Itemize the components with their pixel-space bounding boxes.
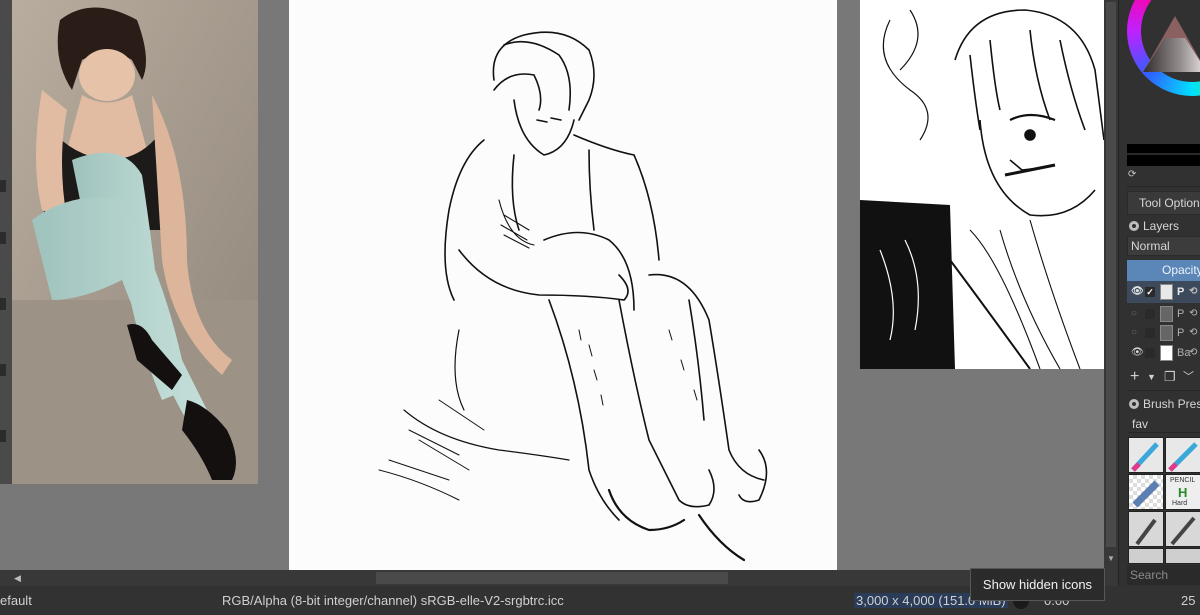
toolbox-tick — [0, 232, 6, 244]
layer-thumbnail — [1160, 325, 1173, 341]
zoom-value[interactable]: 25 — [1181, 593, 1195, 608]
vertical-scrollbar[interactable]: ▼ — [1104, 0, 1118, 570]
right-docker-panel: ⟳ Tool Options Layers Normal Opacity 👁 ✓… — [1118, 0, 1200, 590]
tab-tool-options[interactable]: Tool Options — [1127, 191, 1200, 215]
divider — [1127, 186, 1200, 187]
blend-mode-select[interactable]: Normal — [1127, 236, 1200, 256]
brush-presets-title-text: Brush Prese — [1143, 397, 1200, 411]
toolbox-tick — [0, 298, 6, 310]
opacity-slider[interactable]: Opacity — [1127, 260, 1200, 281]
layer-thumbnail — [1160, 284, 1173, 300]
checkbox-icon[interactable] — [1145, 309, 1155, 319]
brush-preset-tile-pencil-hard[interactable]: PENCIL H Hard — [1165, 474, 1200, 510]
layer-row[interactable]: 👁 ✓ P ⟲ — [1127, 281, 1200, 303]
brush-preset-tile[interactable] — [1128, 511, 1164, 547]
brush-preset-tile[interactable] — [1128, 548, 1164, 564]
checkbox-icon[interactable] — [1145, 328, 1155, 338]
reference-photo[interactable] — [12, 0, 258, 484]
eye-icon[interactable]: 👁 — [1131, 287, 1144, 297]
foreground-color-swatch[interactable] — [1127, 144, 1200, 166]
toolbox-tick — [0, 430, 6, 442]
sketch-canvas[interactable] — [289, 0, 837, 570]
layer-toolbar: + ▼ ❐ ﹀ — [1127, 366, 1200, 388]
brush-preset-tile[interactable] — [1128, 437, 1164, 473]
brush-presets-docker-title[interactable]: Brush Prese — [1127, 395, 1200, 413]
layer-row[interactable]: 👁 Ba ⟲ — [1127, 342, 1200, 364]
chain-icon[interactable]: ⟲ — [1189, 281, 1197, 303]
eye-icon[interactable]: ○ — [1131, 328, 1141, 338]
brush-preset-tile[interactable] — [1165, 437, 1200, 473]
chevron-down-icon[interactable]: ▼ — [1147, 366, 1156, 388]
brush-preset-tile[interactable] — [1165, 548, 1200, 564]
brush-preset-tile[interactable] — [1128, 474, 1164, 510]
left-toolbox-edge — [0, 0, 12, 484]
checkbox-icon[interactable]: ✓ — [1145, 287, 1155, 297]
chain-icon[interactable]: ⟲ — [1189, 322, 1197, 344]
brush-label: Hard — [1172, 500, 1188, 507]
canvas-workspace[interactable] — [0, 0, 1104, 570]
brush-label: PENCIL — [1170, 477, 1196, 484]
brush-tag-filter[interactable]: fav — [1127, 415, 1200, 433]
reference-manga-panel[interactable] — [860, 0, 1104, 369]
duplicate-layer-icon[interactable]: ❐ — [1164, 366, 1176, 388]
horizontal-scrollbar-thumb[interactable] — [376, 572, 728, 584]
refresh-icon[interactable]: ⟳ — [1128, 170, 1138, 180]
eye-icon[interactable]: 👁 — [1131, 348, 1144, 358]
brush-label: H — [1178, 485, 1188, 500]
layers-docker-title[interactable]: Layers — [1127, 217, 1200, 235]
layer-name: P — [1177, 286, 1185, 298]
add-layer-icon[interactable]: + — [1130, 366, 1139, 388]
layer-thumbnail — [1160, 345, 1173, 361]
scroll-down-arrow-icon[interactable]: ▼ — [1106, 552, 1116, 566]
chain-icon[interactable]: ⟲ — [1189, 342, 1197, 364]
divider — [1127, 390, 1200, 391]
vertical-scrollbar-thumb[interactable] — [1106, 2, 1116, 547]
toolbox-tick — [0, 180, 6, 192]
layers-title-text: Layers — [1143, 219, 1180, 233]
toolbox-tick — [0, 364, 6, 376]
color-space-info: RGB/Alpha (8-bit integer/channel) sRGB-e… — [222, 593, 564, 608]
chevron-down-icon[interactable]: ﹀ — [1183, 366, 1194, 388]
eye-icon[interactable]: ○ — [1131, 309, 1141, 319]
swatch-divider — [1127, 153, 1200, 155]
docker-float-icon[interactable] — [1129, 221, 1139, 231]
layer-name: P — [1177, 327, 1185, 339]
layer-thumbnail — [1160, 306, 1173, 322]
scroll-left-arrow-icon[interactable]: ◀ — [14, 572, 26, 584]
docker-float-icon[interactable] — [1129, 399, 1139, 409]
horizontal-scrollbar[interactable]: ◀ ▶ — [0, 570, 1118, 586]
brush-search-input[interactable]: Search — [1127, 565, 1200, 585]
checkbox-icon[interactable] — [1145, 348, 1155, 358]
brush-preset-name[interactable]: efault — [0, 593, 32, 608]
brush-preset-tile[interactable] — [1165, 511, 1200, 547]
tooltip-show-hidden-icons: Show hidden icons — [970, 568, 1105, 601]
layer-row[interactable]: ○ P ⟲ — [1127, 322, 1200, 344]
